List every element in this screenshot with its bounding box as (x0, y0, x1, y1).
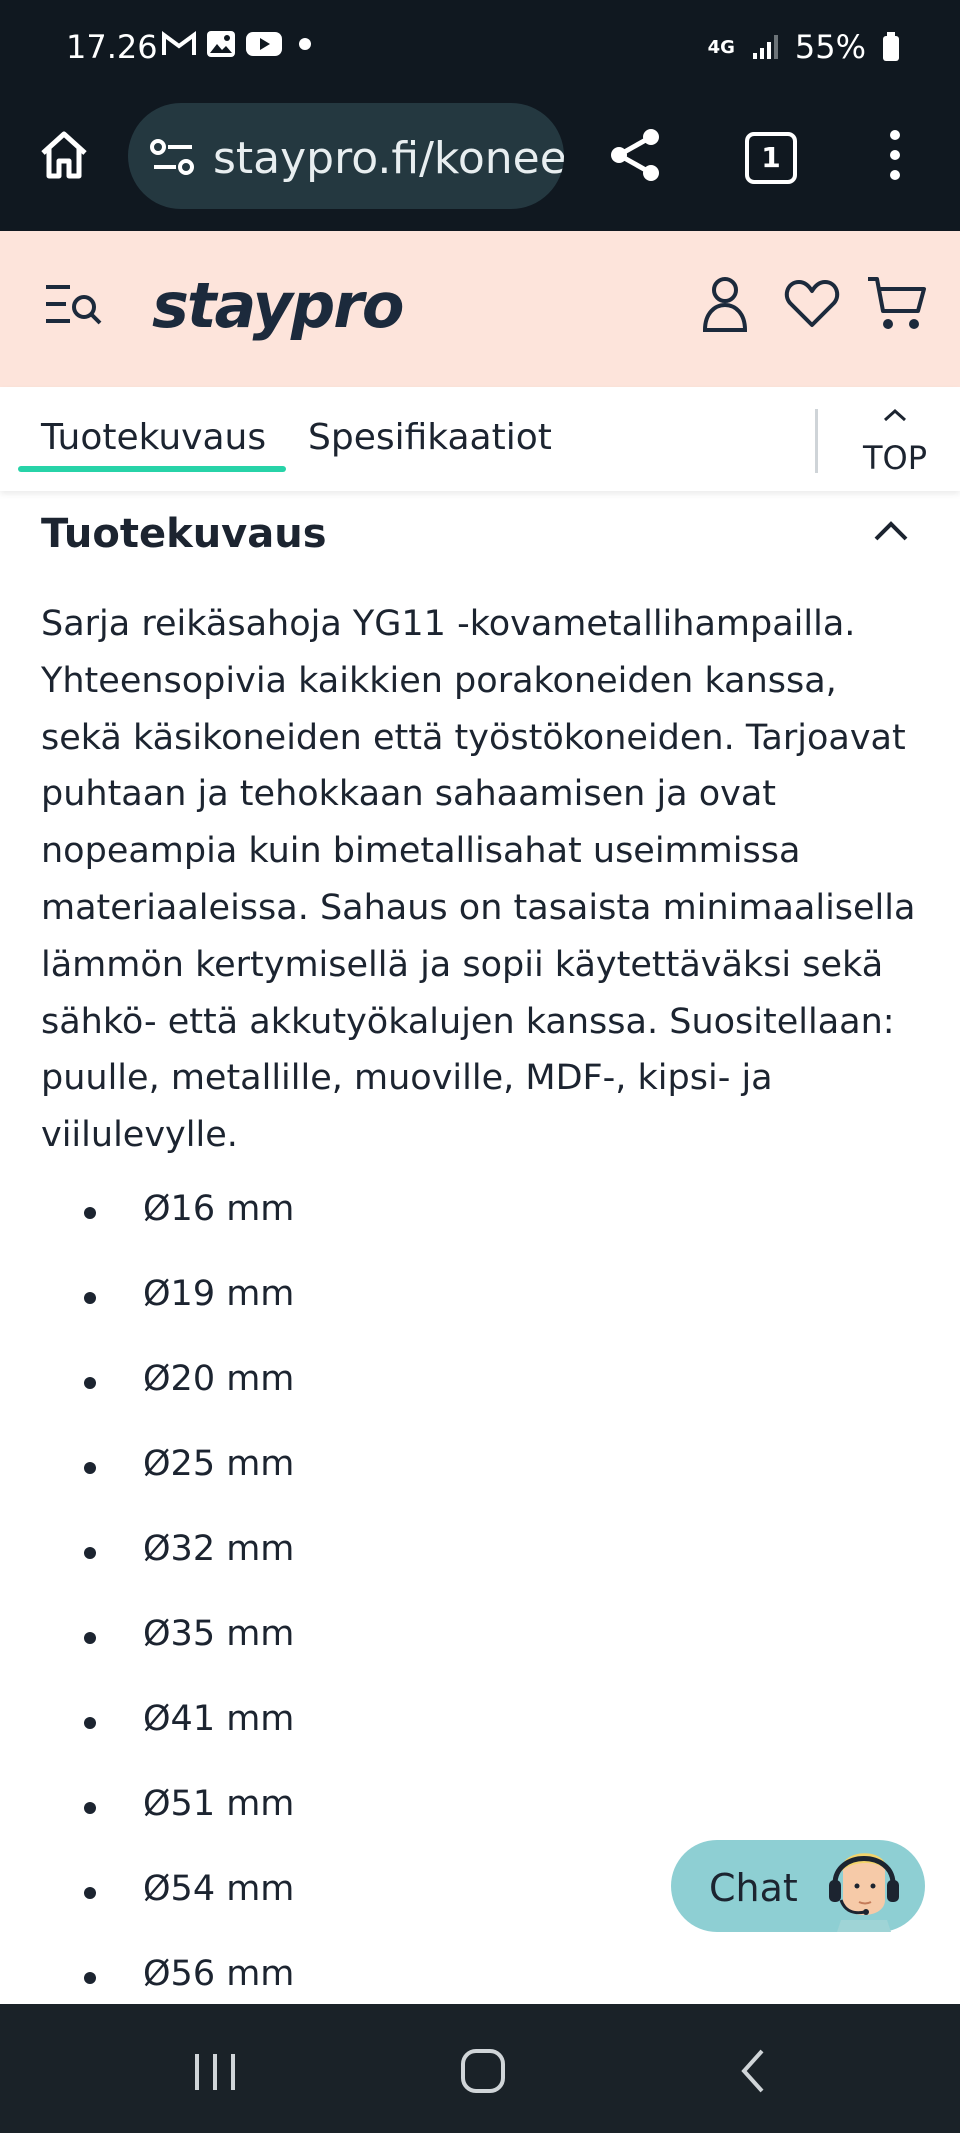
recent-apps-icon[interactable] (192, 2052, 238, 2092)
list-item: Ø32 mm (41, 1523, 441, 1608)
bullet (84, 1632, 96, 1644)
bullet (84, 1462, 96, 1474)
browser-toolbar: staypro.fi/koneet 1 (0, 97, 960, 231)
tab-switcher-button[interactable]: 1 (745, 132, 797, 184)
scroll-to-top-button[interactable]: TOP (860, 408, 930, 479)
more-options-icon[interactable] (882, 127, 908, 183)
bullet (84, 1972, 96, 1984)
active-tab-indicator (18, 466, 286, 472)
list-item: Ø20 mm (41, 1353, 441, 1438)
battery-percent: 55% (794, 28, 866, 66)
notification-icons (162, 30, 318, 58)
tab-tuotekuvaus[interactable]: Tuotekuvaus (41, 417, 266, 458)
gallery-icon (207, 31, 235, 57)
address-bar[interactable]: staypro.fi/koneet (128, 103, 564, 209)
status-bar: 17.26 4G 55% (0, 0, 960, 97)
size-label: Ø25 mm (143, 1444, 295, 1484)
size-label: Ø35 mm (143, 1614, 295, 1654)
wishlist-heart-icon[interactable] (784, 279, 840, 329)
home-nav-icon[interactable] (460, 2048, 506, 2094)
bullet (84, 1802, 96, 1814)
bullet (84, 1887, 96, 1899)
bullet (84, 1717, 96, 1729)
size-label: Ø16 mm (143, 1189, 295, 1229)
battery-icon (883, 32, 899, 61)
site-settings-icon[interactable] (150, 139, 196, 175)
size-label: Ø41 mm (143, 1699, 295, 1739)
home-icon[interactable] (38, 129, 90, 181)
size-label: Ø54 mm (143, 1869, 295, 1909)
list-item: Ø51 mm (41, 1778, 441, 1863)
bullet (84, 1292, 96, 1304)
gmail-icon (162, 31, 196, 55)
bullet (84, 1207, 96, 1219)
collapse-chevron-icon[interactable] (872, 519, 910, 543)
account-icon[interactable] (700, 275, 750, 333)
status-time: 17.26 (66, 28, 158, 66)
list-item: Ø19 mm (41, 1268, 441, 1353)
size-list: Ø16 mm Ø19 mm Ø20 mm Ø25 mm Ø32 mm Ø35 m… (41, 1183, 441, 2033)
size-label: Ø20 mm (143, 1359, 295, 1399)
chat-button[interactable]: Chat (671, 1840, 925, 1932)
chat-label: Chat (709, 1866, 798, 1910)
list-item: Ø25 mm (41, 1438, 441, 1523)
cart-icon[interactable] (866, 275, 928, 333)
bullet (84, 1547, 96, 1559)
size-label: Ø56 mm (143, 1954, 295, 1994)
chevron-up-icon (883, 408, 907, 422)
support-agent-avatar-icon (829, 1853, 899, 1932)
list-item: Ø54 mm (41, 1863, 441, 1948)
system-nav-bar (0, 2004, 960, 2133)
menu-search-icon[interactable] (44, 279, 106, 329)
status-right: 4G 55% (708, 28, 900, 66)
site-header: staypro (0, 231, 960, 387)
top-label: TOP (862, 439, 928, 477)
share-icon[interactable] (607, 127, 663, 183)
signal-icon (752, 35, 778, 59)
network-label: 4G (707, 36, 735, 58)
site-logo[interactable]: staypro (152, 269, 404, 342)
list-item: Ø16 mm (41, 1183, 441, 1268)
back-icon[interactable] (738, 2048, 768, 2094)
size-label: Ø51 mm (143, 1784, 295, 1824)
tab-divider (815, 409, 818, 473)
size-label: Ø19 mm (143, 1274, 295, 1314)
list-item: Ø35 mm (41, 1608, 441, 1693)
product-description: Sarja reikäsahoja YG11 -kovametallihampa… (41, 604, 916, 1156)
dot-icon (299, 38, 311, 50)
product-tabs: Tuotekuvaus Spesifikaatiot TOP (0, 387, 960, 491)
tab-count: 1 (761, 141, 781, 174)
youtube-icon (246, 32, 282, 56)
list-item: Ø41 mm (41, 1693, 441, 1778)
bullet (84, 1377, 96, 1389)
url-text[interactable]: staypro.fi/koneet (213, 133, 564, 184)
size-label: Ø32 mm (143, 1529, 295, 1569)
tab-spesifikaatiot[interactable]: Spesifikaatiot (308, 417, 552, 458)
section-heading[interactable]: Tuotekuvaus (41, 511, 327, 557)
